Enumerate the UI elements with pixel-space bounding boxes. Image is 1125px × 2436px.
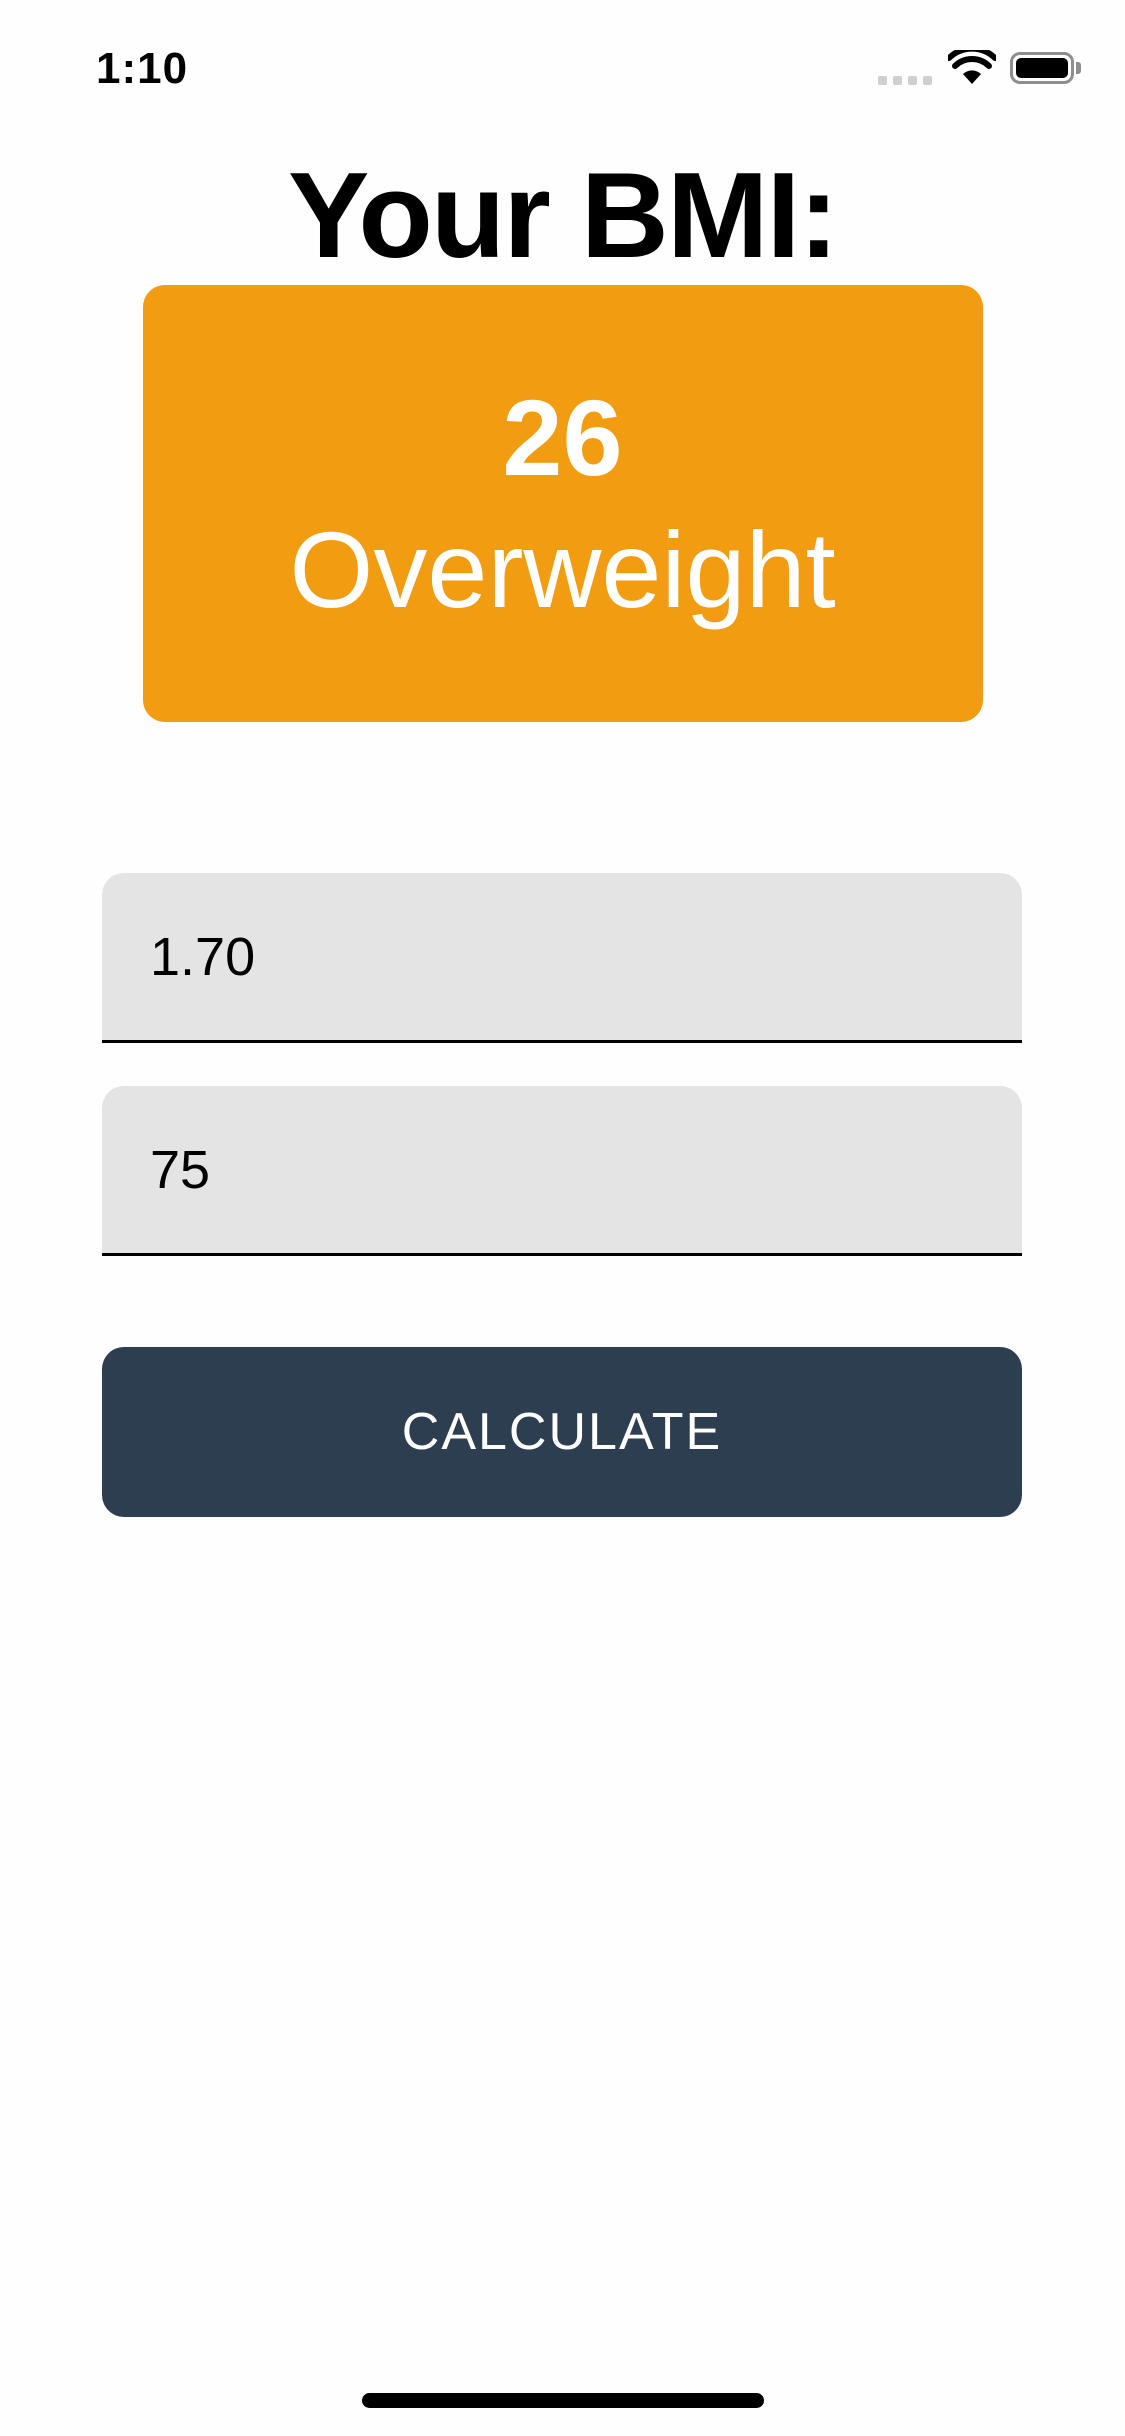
bmi-category: Overweight xyxy=(289,509,836,630)
battery-tip xyxy=(1076,62,1081,74)
weight-input[interactable] xyxy=(150,1086,970,1253)
cellular-signal-icon xyxy=(878,76,932,85)
wifi-icon xyxy=(948,50,996,84)
weight-field[interactable] xyxy=(102,1086,1022,1256)
height-field[interactable] xyxy=(102,873,1022,1043)
bmi-calculator-screen: 1:10 Your BMI: 26 Overweight CALCULATE xyxy=(0,0,1125,2436)
battery-icon xyxy=(1010,52,1074,84)
status-time: 1:10 xyxy=(96,44,189,93)
status-bar: 1:10 xyxy=(0,0,1125,132)
height-input[interactable] xyxy=(150,873,970,1040)
home-indicator[interactable] xyxy=(362,2393,764,2408)
page-title: Your BMI: xyxy=(288,147,839,283)
calculate-button[interactable]: CALCULATE xyxy=(102,1347,1022,1517)
bmi-value: 26 xyxy=(502,377,623,498)
bmi-result-card xyxy=(143,285,983,722)
